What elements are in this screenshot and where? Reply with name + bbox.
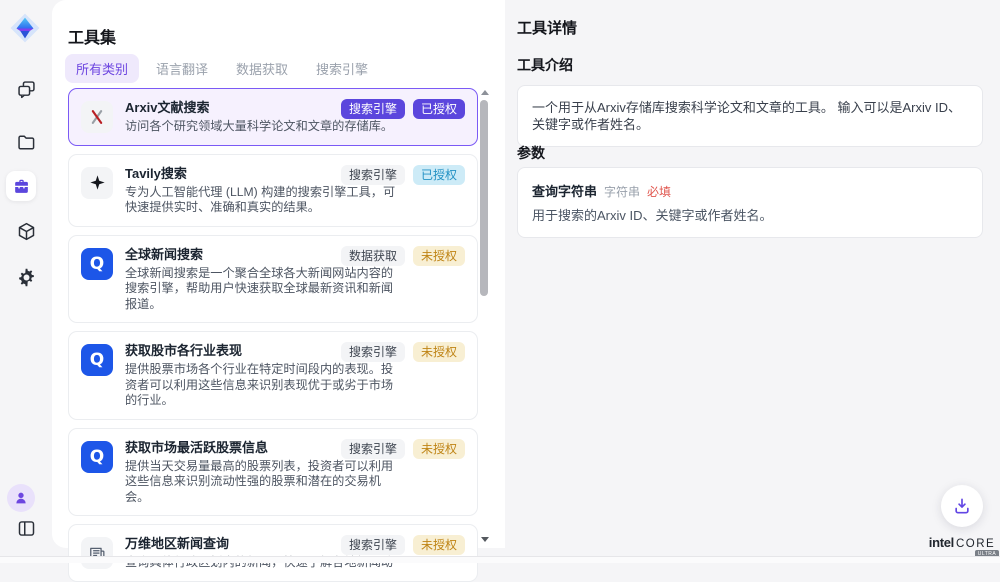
tab-data-acquisition[interactable]: 数据获取 [225, 54, 299, 83]
tab-language-translation[interactable]: 语言翻译 [145, 54, 219, 83]
tool-category-tag: 搜索引擎 [341, 99, 405, 119]
news-icon [81, 537, 113, 569]
download-button[interactable] [941, 485, 983, 527]
tool-category-tag: 搜索引擎 [341, 342, 405, 362]
download-icon [952, 496, 972, 516]
param-type: 字符串 [604, 183, 640, 200]
q-icon: Q [81, 441, 113, 473]
intro-text: 一个用于从Arxiv存储库搜索科学论文和文章的工具。 输入可以是Arxiv ID… [517, 85, 983, 147]
tool-card[interactable]: Q 获取股市各行业表现 提供股票市场各个行业在特定时间段内的表现。投资者可以利用… [68, 331, 478, 420]
chat-icon[interactable] [14, 77, 38, 101]
tool-card[interactable]: 万维地区新闻查询 查询具体行政区划内的新闻，快速了解各地新闻动 搜索引擎 未授权 [68, 524, 478, 582]
tool-description: 全球新闻搜索是一个聚合全球各大新闻网站内容的搜索引擎，帮助用户快速获取全球最新资… [125, 266, 405, 313]
param-card: 查询字符串 字符串 必填 用于搜索的Arxiv ID、关键字或作者姓名。 [517, 167, 983, 238]
scroll-down-icon[interactable] [481, 537, 489, 542]
panels-icon[interactable] [14, 516, 38, 540]
brand-core: CORE [956, 538, 995, 550]
intel-core-logo: intel CORE ULTRA [920, 534, 1000, 552]
brand-intel: intel [929, 535, 954, 550]
scroll-up-icon[interactable] [481, 90, 489, 95]
tool-auth-badge: 已授权 [413, 99, 465, 119]
tool-category-tag: 搜索引擎 [341, 535, 405, 555]
tool-description: 访问各个研究领域大量科学论文和文章的存储库。 [125, 119, 393, 135]
q-icon: Q [81, 248, 113, 280]
tool-category-tag: 数据获取 [341, 246, 405, 266]
detail-title: 工具详情 [517, 17, 577, 38]
tool-auth-badge: 未授权 [413, 535, 465, 555]
category-tabs: 所有类别 语言翻译 数据获取 搜索引擎 [65, 54, 379, 83]
tool-auth-badge: 未授权 [413, 342, 465, 362]
param-required-badge: 必填 [647, 183, 671, 200]
scrollbar[interactable] [480, 88, 489, 544]
tool-category-tag: 搜索引擎 [341, 439, 405, 459]
tool-auth-badge: 已授权 [413, 165, 465, 185]
tool-card[interactable]: Arxiv文献搜索 访问各个研究领域大量科学论文和文章的存储库。 搜索引擎 已授… [68, 88, 478, 146]
tool-description: 提供股票市场各个行业在特定时间段内的表现。投资者可以利用这些信息来识别表现优于或… [125, 362, 405, 409]
tool-auth-badge: 未授权 [413, 439, 465, 459]
scrollbar-thumb[interactable] [480, 100, 488, 296]
folder-icon[interactable] [14, 130, 38, 154]
tool-list-panel: 工具集 所有类别 语言翻译 数据获取 搜索引擎 Arxiv文献搜索 访问各个研究… [52, 0, 505, 548]
params-heading: 参数 [517, 143, 545, 163]
tavily-icon [81, 167, 113, 199]
tool-description: 专为人工智能代理 (LLM) 构建的搜索引擎工具，可快速提供实时、准确和真实的结… [125, 185, 405, 216]
sidebar [0, 0, 52, 556]
q-icon: Q [81, 344, 113, 376]
cube-icon[interactable] [14, 219, 38, 243]
user-icon[interactable] [7, 484, 35, 512]
tool-card[interactable]: Q 获取市场最活跃股票信息 提供当天交易量最高的股票列表，投资者可以利用这些信息… [68, 428, 478, 517]
bottom-strip [0, 556, 1000, 563]
tool-card[interactable]: Tavily搜索 专为人工智能代理 (LLM) 构建的搜索引擎工具，可快速提供实… [68, 154, 478, 227]
tool-auth-badge: 未授权 [413, 246, 465, 266]
intro-heading: 工具介绍 [517, 55, 573, 75]
param-description: 用于搜索的Arxiv ID、关键字或作者姓名。 [532, 207, 968, 224]
app-logo [8, 11, 42, 45]
tab-all-categories[interactable]: 所有类别 [65, 54, 139, 83]
tool-card[interactable]: Q 全球新闻搜索 全球新闻搜索是一个聚合全球各大新闻网站内容的搜索引擎，帮助用户… [68, 235, 478, 324]
param-name: 查询字符串 [532, 181, 597, 200]
tool-description: 提供当天交易量最高的股票列表，投资者可以利用这些信息来识别流动性强的股票和潜在的… [125, 459, 405, 506]
gear-icon[interactable] [14, 265, 38, 289]
tool-category-tag: 搜索引擎 [341, 165, 405, 185]
tool-card-list: Arxiv文献搜索 访问各个研究领域大量科学论文和文章的存储库。 搜索引擎 已授… [68, 88, 478, 582]
arxiv-icon [81, 101, 113, 133]
tab-search-engine[interactable]: 搜索引擎 [305, 54, 379, 83]
toolbox-icon[interactable] [6, 171, 36, 201]
tool-detail-panel: 工具详情 工具介绍 一个用于从Arxiv存储库搜索科学论文和文章的工具。 输入可… [505, 0, 1000, 556]
page-title: 工具集 [68, 24, 116, 48]
